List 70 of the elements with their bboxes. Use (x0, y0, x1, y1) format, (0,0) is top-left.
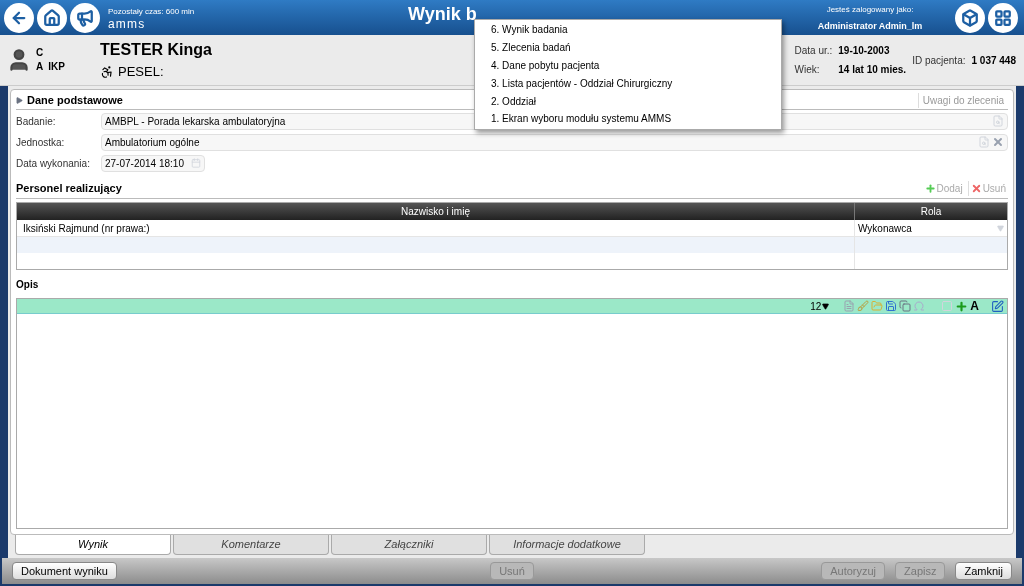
patient-code: A (36, 60, 44, 74)
plus-icon (924, 183, 936, 194)
age-label: Wiek: (794, 63, 821, 77)
announcement-button[interactable] (70, 2, 100, 33)
user-name: Administrator Admin_lm (817, 19, 923, 33)
menu-item[interactable]: 3. Lista pacjentów - Oddział Chirurgiczny (475, 74, 781, 93)
patient-name: TESTER Kinga (100, 40, 212, 61)
menu-item[interactable]: 5. Zlecenia badań (475, 38, 781, 57)
caret-icon (997, 224, 1004, 232)
edit-icon[interactable] (991, 299, 1004, 313)
patient-id: 1 037 448 (971, 53, 1016, 68)
menu-item[interactable]: 4. Dane pobytu pacjenta (475, 56, 781, 75)
font-size-dropdown[interactable]: 12 (810, 298, 830, 314)
section-title: Opis (16, 278, 40, 292)
caret-icon (822, 302, 830, 310)
cross-icon (970, 183, 982, 194)
omega-icon[interactable] (913, 300, 926, 312)
footer-button[interactable]: Dokument wyniku (12, 562, 117, 580)
wheelchair-icon (100, 65, 114, 79)
calendar-icon[interactable] (191, 158, 201, 168)
collapse-icon[interactable] (16, 97, 23, 104)
logo: amms (108, 17, 147, 30)
tab[interactable]: Wynik (15, 535, 171, 555)
patient-code: IKP (48, 60, 65, 74)
font-button[interactable]: A (970, 297, 979, 315)
plus-icon[interactable] (955, 299, 969, 313)
menu-item[interactable]: 1. Ekran wyboru modułu systemu AMMS (475, 110, 781, 128)
brush-icon[interactable] (857, 300, 870, 312)
apps-button[interactable] (988, 2, 1018, 33)
field-label: Data wykonania: (16, 156, 91, 171)
age: 14 lat 10 mies. (838, 63, 907, 77)
remaining-time: Pozostały czas: 600 min (108, 5, 196, 18)
copy-icon[interactable] (899, 300, 912, 312)
cube-icon (961, 8, 979, 27)
tab[interactable]: Załączniki (331, 535, 487, 555)
megaphone-icon (76, 8, 94, 27)
section-title: Dane podstawowe (27, 93, 123, 109)
field-label: Jednostka: (16, 135, 66, 150)
document-icon[interactable] (843, 300, 856, 312)
home-icon (43, 8, 61, 27)
patient-id-label: ID pacjenta: (912, 53, 966, 68)
text-editor[interactable]: 12 A (16, 298, 1008, 529)
back-button[interactable] (4, 2, 34, 33)
lookup-icon[interactable] (992, 115, 1004, 127)
save-icon[interactable] (885, 300, 898, 312)
menu-item[interactable]: 2. Oddział (475, 92, 781, 110)
birth-date: 19-10-2003 (838, 44, 891, 58)
menu-item[interactable]: 6. Wynik badania (475, 21, 781, 39)
logged-in-label: Jesteś zalogowany jako: (826, 3, 914, 16)
footer-button[interactable]: Zamknij (955, 562, 1012, 580)
tab[interactable]: Informacje dodatkowe (489, 535, 645, 555)
lookup-icon[interactable] (978, 136, 990, 148)
pesel-label: PESEL: (118, 63, 164, 82)
patient-code: C (36, 46, 44, 60)
birth-label: Data ur.: (794, 44, 833, 58)
home-button[interactable] (37, 2, 67, 33)
tab[interactable]: Komentarze (173, 535, 329, 555)
input-field[interactable]: 27-07-2014 18:10 (101, 154, 205, 172)
input-field[interactable]: Ambulatorium ogólne (101, 133, 1008, 151)
table-cell: Iksiński Rajmund (nr prawa:) (17, 220, 855, 236)
field-label: Badanie: (16, 114, 57, 129)
folder-icon[interactable] (871, 300, 884, 312)
clear-icon[interactable] (992, 136, 1004, 148)
grid-icon (994, 8, 1012, 27)
column-header: Rola (919, 205, 943, 219)
role-dropdown[interactable]: Wykonawca (855, 220, 1007, 236)
module-button[interactable] (955, 2, 985, 33)
section-title: Personel realizujący (16, 181, 122, 197)
column-header: Nazwisko i imię (17, 203, 855, 220)
window-title: Wynik b (408, 3, 477, 26)
